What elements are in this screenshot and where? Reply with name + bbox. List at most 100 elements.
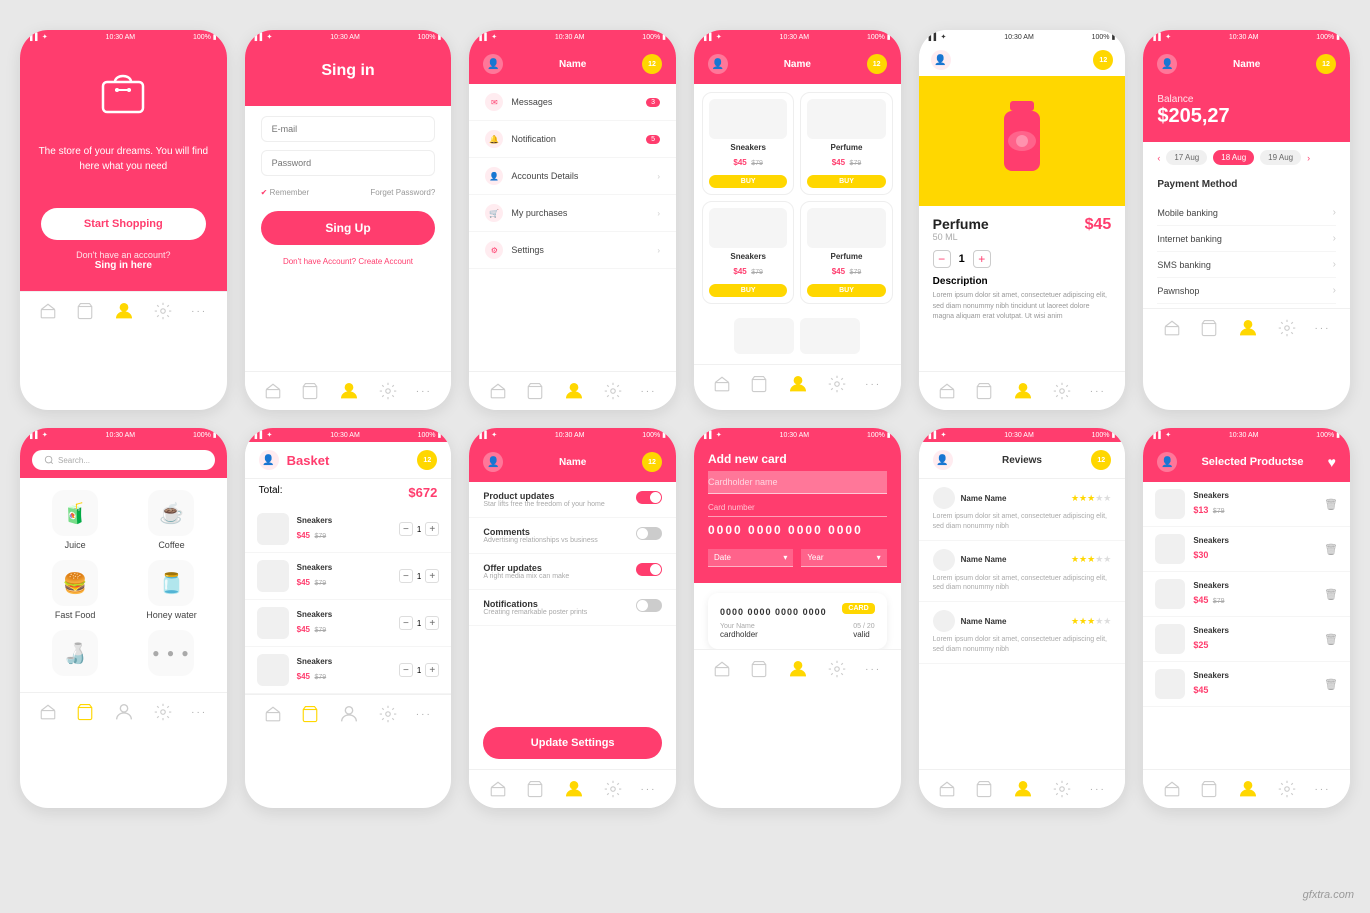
start-shopping-button[interactable]: Start Shopping (41, 208, 206, 240)
buy-btn-0[interactable]: BUY (709, 175, 787, 188)
delete-item-0[interactable]: 🗑 (1324, 498, 1338, 511)
cart-badge-settings[interactable]: 12 (642, 452, 662, 472)
comments-toggle[interactable] (636, 527, 662, 540)
settings-nav5-icon[interactable] (1053, 382, 1071, 400)
forget-password-link[interactable]: Forget Password? (370, 188, 435, 197)
more-nav4[interactable]: ··· (865, 379, 881, 390)
user-nav11-icon[interactable] (1012, 778, 1034, 800)
settings-nav11-icon[interactable] (1053, 780, 1071, 798)
home-nav4-icon[interactable] (713, 375, 731, 393)
user-nav12-icon[interactable] (1237, 778, 1259, 800)
menu-item-purchases[interactable]: 🛒 My purchases › (469, 195, 676, 232)
cart-badge-menu[interactable]: 12 (642, 54, 662, 74)
notifications-toggle[interactable] (636, 599, 662, 612)
home-nav6-icon[interactable] (1163, 319, 1181, 337)
more-nav7[interactable]: ··· (191, 707, 207, 718)
settings-nav-icon[interactable] (154, 302, 172, 320)
remember-check[interactable]: ✔ (261, 188, 268, 197)
bag-nav12-icon[interactable] (1200, 780, 1218, 798)
settings-nav2-icon[interactable] (379, 382, 397, 400)
qty-decrease-btn[interactable]: − (933, 250, 951, 268)
more-nav[interactable]: ··· (191, 306, 207, 317)
more-nav9[interactable]: ··· (640, 784, 656, 795)
decrease-1[interactable]: − (399, 569, 413, 583)
cardholder-name-input[interactable] (708, 471, 887, 494)
cart-badge-basket[interactable]: 12 (417, 450, 437, 470)
email-input[interactable] (261, 116, 436, 142)
increase-1[interactable]: + (425, 569, 439, 583)
more-nav6[interactable]: ··· (1314, 323, 1330, 334)
product-card-0[interactable]: Sneakers $45 $79 BUY (702, 92, 794, 195)
increase-2[interactable]: + (425, 616, 439, 630)
year-select[interactable]: Year▾ (801, 549, 886, 567)
category-juice[interactable]: 🧃 Juice (32, 490, 118, 550)
product-card-2[interactable]: Sneakers $45 $79 BUY (702, 201, 794, 304)
product-updates-toggle[interactable] (636, 491, 662, 504)
delete-item-4[interactable]: 🗑 (1324, 678, 1338, 691)
settings-nav3-icon[interactable] (604, 382, 622, 400)
bag-nav9-icon[interactable] (526, 780, 544, 798)
home-nav2-icon[interactable] (264, 382, 282, 400)
settings-nav4-icon[interactable] (828, 375, 846, 393)
category-more[interactable]: ● ● ● (128, 630, 214, 680)
settings-nav10-icon[interactable] (828, 660, 846, 678)
menu-item-notification[interactable]: 🔔 Notification 5 (469, 121, 676, 158)
increase-0[interactable]: + (425, 522, 439, 536)
home-nav5-icon[interactable] (938, 382, 956, 400)
next-date-btn[interactable]: › (1307, 153, 1310, 163)
product-card-1[interactable]: Perfume $45 $79 BUY (800, 92, 892, 195)
home-nav12-icon[interactable] (1163, 780, 1181, 798)
user-nav6-icon[interactable] (1237, 317, 1259, 339)
buy-btn-3[interactable]: BUY (807, 284, 885, 297)
password-input[interactable] (261, 150, 436, 176)
user-nav-icon-active[interactable] (113, 300, 135, 322)
more-nav10[interactable]: ··· (865, 664, 881, 675)
user-nav5-icon[interactable] (1012, 380, 1034, 402)
settings-nav8-icon[interactable] (379, 705, 397, 723)
signin-here-link[interactable]: Sing in here (95, 260, 152, 271)
home-nav8-icon[interactable] (264, 705, 282, 723)
category-coffee[interactable]: ☕ Coffee (128, 490, 214, 550)
cart-badge-balance[interactable]: 12 (1316, 54, 1336, 74)
more-nav12[interactable]: ··· (1314, 784, 1330, 795)
bag-nav7-icon[interactable] (76, 703, 94, 721)
settings-nav12-icon[interactable] (1278, 780, 1296, 798)
home-nav11-icon[interactable] (938, 780, 956, 798)
bag-nav11-icon[interactable] (975, 780, 993, 798)
decrease-0[interactable]: − (399, 522, 413, 536)
settings-nav9-icon[interactable] (604, 780, 622, 798)
more-nav11[interactable]: ··· (1090, 784, 1106, 795)
payment-sms[interactable]: SMS banking › (1157, 252, 1336, 278)
user-nav7-icon[interactable] (113, 701, 135, 723)
date-19[interactable]: 19 Aug (1260, 150, 1301, 165)
user-nav2-icon-active[interactable] (338, 380, 360, 402)
more-nav2[interactable]: ··· (416, 386, 432, 397)
settings-nav6-icon[interactable] (1278, 319, 1296, 337)
date-18[interactable]: 18 Aug (1213, 150, 1254, 165)
more-nav8[interactable]: ··· (416, 709, 432, 720)
create-account-link[interactable]: Create Account (358, 257, 413, 266)
buy-btn-1[interactable]: BUY (807, 175, 885, 188)
menu-item-accounts[interactable]: 👤 Accounts Details › (469, 158, 676, 195)
home-nav9-icon[interactable] (489, 780, 507, 798)
bag-nav2-icon[interactable] (301, 382, 319, 400)
delete-item-2[interactable]: 🗑 (1324, 588, 1338, 601)
product-card-3[interactable]: Perfume $45 $79 BUY (800, 201, 892, 304)
heart-icon[interactable]: ♥ (1328, 454, 1336, 470)
singup-button[interactable]: Sing Up (261, 211, 436, 245)
decrease-3[interactable]: − (399, 663, 413, 677)
settings-nav7-icon[interactable] (154, 703, 172, 721)
date-17[interactable]: 17 Aug (1166, 150, 1207, 165)
bag-nav8-icon[interactable] (301, 705, 319, 723)
offer-updates-toggle[interactable] (636, 563, 662, 576)
user-nav8-icon[interactable] (338, 703, 360, 725)
bag-nav-icon[interactable] (76, 302, 94, 320)
more-nav5[interactable]: ··· (1090, 386, 1106, 397)
category-fastfood[interactable]: 🍔 Fast Food (32, 560, 118, 620)
payment-mobile[interactable]: Mobile banking › (1157, 200, 1336, 226)
bag-nav3-icon[interactable] (526, 382, 544, 400)
buy-btn-2[interactable]: BUY (709, 284, 787, 297)
home-nav7-icon[interactable] (39, 703, 57, 721)
home-nav3-icon[interactable] (489, 382, 507, 400)
increase-3[interactable]: + (425, 663, 439, 677)
